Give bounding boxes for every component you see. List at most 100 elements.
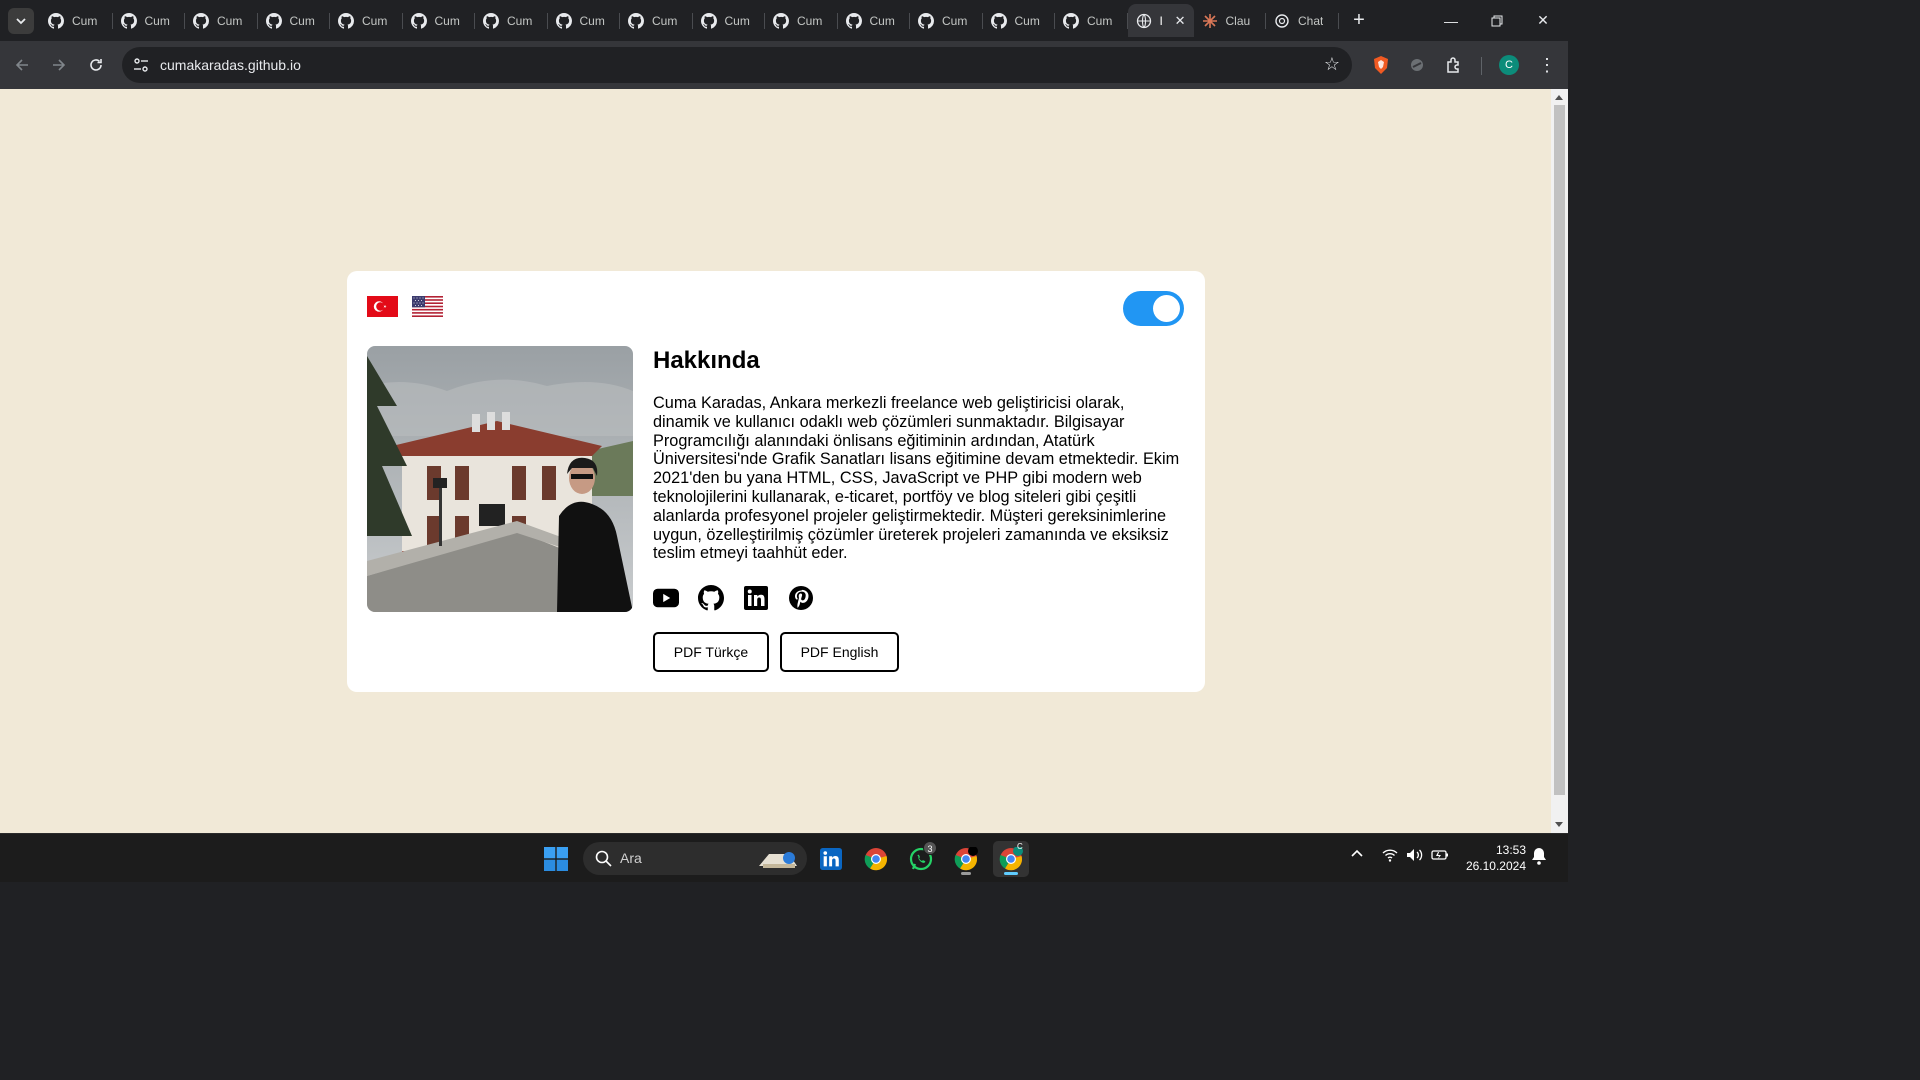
toolbar-divider — [1481, 57, 1482, 75]
wifi-icon[interactable] — [1382, 848, 1398, 865]
tab[interactable]: Cum — [185, 4, 258, 37]
youtube-icon[interactable] — [653, 585, 679, 611]
minimize-button[interactable]: — — [1428, 0, 1474, 41]
search-icon — [595, 850, 612, 867]
bio-text: Cuma Karadas, Ankara merkezli freelance … — [653, 394, 1180, 563]
chrome-active-app-icon[interactable]: C — [993, 841, 1029, 877]
tab-title: Cum — [869, 13, 895, 28]
restore-icon — [1491, 15, 1503, 26]
tab[interactable]: Cum — [475, 4, 548, 37]
close-window-button[interactable]: ✕ — [1520, 0, 1566, 41]
pinterest-icon[interactable] — [788, 585, 814, 611]
scroll-up-arrow[interactable] — [1555, 95, 1563, 100]
tab-title: Cum — [942, 13, 968, 28]
page-viewport: Hakkında Cuma Karadas, Ankara merkezli f… — [0, 89, 1551, 833]
pdf-english-button[interactable]: PDF English — [780, 632, 899, 672]
turkey-flag[interactable] — [367, 296, 398, 317]
tab-title: Cum — [72, 13, 98, 28]
github-icon[interactable] — [698, 585, 724, 611]
github-icon — [410, 12, 427, 29]
extension-icon[interactable] — [1406, 54, 1428, 76]
tab-title: Cum — [144, 13, 170, 28]
tab[interactable]: Cum — [983, 4, 1056, 37]
chevron-down-icon — [16, 18, 26, 25]
tab[interactable]: Cum — [330, 4, 403, 37]
close-tab-icon[interactable]: ✕ — [1175, 13, 1186, 29]
tab-title: Cum — [1014, 13, 1040, 28]
linkedin-icon[interactable] — [743, 585, 769, 611]
tab-search-button[interactable] — [8, 8, 34, 34]
scroll-thumb[interactable] — [1554, 105, 1565, 795]
github-icon — [338, 12, 354, 29]
taskbar-search[interactable]: Ara — [583, 842, 807, 875]
chrome-profile-letter: C — [1017, 842, 1023, 851]
url-text[interactable]: cumakaradas.github.io — [160, 57, 301, 73]
tab[interactable]: Cum — [258, 4, 331, 37]
tab[interactable]: Cum — [693, 4, 766, 37]
github-icon — [120, 12, 137, 29]
theme-toggle[interactable] — [1123, 291, 1184, 326]
arrow-left-icon — [15, 59, 28, 71]
brave-shield-icon[interactable] — [1370, 54, 1392, 76]
active-indicator — [1004, 872, 1018, 875]
usa-flag[interactable] — [412, 296, 443, 317]
toggle-knob — [1153, 295, 1180, 322]
notifications-icon[interactable] — [1531, 847, 1547, 868]
forward-button[interactable] — [47, 53, 71, 77]
chrome-profile-app-icon[interactable] — [948, 841, 984, 877]
github-icon — [628, 12, 644, 29]
page-title: Hakkında — [653, 347, 760, 374]
browser-menu-button[interactable]: ⋮ — [1538, 53, 1556, 77]
tab[interactable]: Cum — [113, 4, 186, 37]
bookmark-star-icon[interactable]: ☆ — [1324, 54, 1340, 75]
tab[interactable]: Clau — [1194, 4, 1267, 37]
tab[interactable]: Cum — [765, 4, 838, 37]
tab-title: Cum — [579, 13, 605, 28]
whatsapp-badge: 3 — [923, 841, 937, 855]
tab-title: Cum — [217, 13, 243, 28]
tab[interactable]: Cum — [1055, 4, 1128, 37]
tab-active[interactable]: I ✕ — [1127, 4, 1194, 37]
reload-button[interactable] — [84, 53, 108, 77]
site-info-icon[interactable] — [132, 56, 150, 74]
tab[interactable]: Cum — [620, 4, 693, 37]
tab[interactable]: Cum — [403, 4, 476, 37]
tab[interactable]: Cum — [548, 4, 621, 37]
tab-title: Cum — [1087, 13, 1113, 28]
tray-chevron-icon[interactable] — [1350, 847, 1364, 864]
linkedin-app-icon[interactable] — [813, 841, 849, 877]
clock-date: 26.10.2024 — [1465, 859, 1526, 873]
tab-title: Cum — [434, 13, 460, 28]
tab[interactable]: Cum — [40, 4, 113, 37]
tab-title: Cum — [724, 13, 750, 28]
github-icon — [48, 12, 64, 29]
whatsapp-app-icon[interactable]: 3 — [903, 841, 939, 877]
pdf-turkish-button[interactable]: PDF Türkçe — [653, 632, 769, 672]
start-button[interactable] — [538, 841, 574, 877]
profile-avatar[interactable]: C — [1499, 55, 1519, 75]
extensions-puzzle-icon[interactable] — [1443, 54, 1465, 76]
tab[interactable]: Cum — [910, 4, 983, 37]
github-icon — [990, 12, 1007, 29]
new-tab-button[interactable]: + — [1348, 9, 1370, 31]
tab-strip: Cum Cum Cum Cum Cum Cum Cum Cum Cum Cum Cum Cum Cum C… — [0, 0, 1568, 41]
system-clock[interactable]: 13:53 26.10.2024 — [1464, 842, 1526, 874]
chatgpt-icon — [1274, 13, 1290, 29]
scroll-down-arrow[interactable] — [1555, 822, 1563, 827]
tab[interactable]: Cum — [838, 4, 911, 37]
address-bar[interactable]: cumakaradas.github.io ☆ — [122, 47, 1352, 83]
page-scrollbar[interactable] — [1551, 89, 1568, 833]
back-button[interactable] — [10, 53, 34, 77]
github-icon — [483, 12, 499, 29]
volume-icon[interactable] — [1406, 848, 1424, 865]
tab[interactable]: Chat — [1266, 4, 1339, 37]
arrow-right-icon — [53, 59, 66, 71]
chrome-app-icon[interactable] — [858, 841, 894, 877]
clock-time: 13:53 — [1495, 843, 1526, 857]
restore-button[interactable] — [1474, 0, 1520, 41]
github-icon — [700, 12, 717, 29]
github-icon — [193, 12, 209, 29]
github-icon — [265, 12, 282, 29]
battery-icon[interactable] — [1431, 848, 1449, 865]
search-placeholder: Ara — [620, 850, 642, 866]
